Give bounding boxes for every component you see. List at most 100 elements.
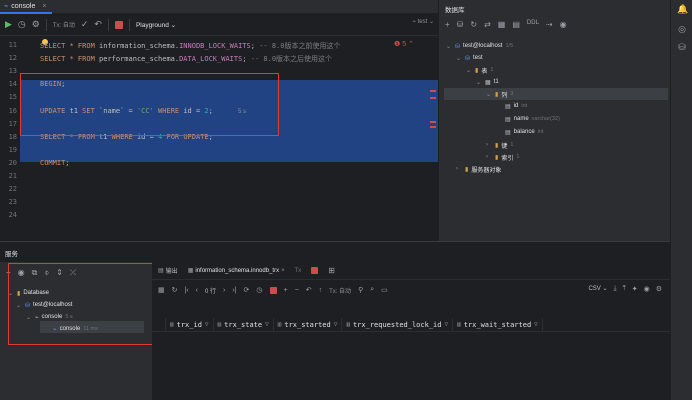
tree-node[interactable]: ⌄ ▦ t1 bbox=[476, 76, 502, 88]
add-icon[interactable]: + bbox=[445, 20, 450, 29]
tab-label: Tx bbox=[294, 267, 302, 274]
rollback-icon[interactable]: ↶ bbox=[94, 20, 102, 29]
column-header[interactable]: ▥ trx_wait_started ▽ bbox=[453, 317, 543, 332]
export-format-dropdown[interactable]: CSV ⌄ bbox=[588, 285, 607, 293]
row-count[interactable]: 0 行 bbox=[205, 286, 216, 295]
tree-node[interactable]: ▤ balance int bbox=[496, 126, 544, 138]
tree-node[interactable]: ⌄ ⛁ test bbox=[456, 52, 486, 64]
commit-icon[interactable]: ✓ bbox=[81, 20, 89, 29]
line-number: 24 bbox=[8, 211, 17, 220]
tab-tx[interactable]: Tx bbox=[295, 268, 302, 274]
history-icon[interactable]: ◷ bbox=[18, 20, 26, 29]
line-number: 14 bbox=[8, 80, 17, 89]
stop-icon[interactable] bbox=[114, 20, 123, 29]
column-header[interactable]: ▥ trx_requested_lock_id ▽ bbox=[342, 317, 454, 332]
stop-icon[interactable] bbox=[269, 286, 277, 294]
tx-mode-dropdown[interactable]: Tx: 自动 bbox=[329, 286, 351, 295]
pin-icon[interactable]: ⊞ bbox=[328, 266, 335, 275]
node-meta: 1 bbox=[516, 154, 520, 160]
node-icon: ▮ bbox=[465, 166, 469, 173]
sql-editor[interactable]: ❶ 5 ⌃ 11 SELECT * FROM information_schema… bbox=[0, 36, 438, 241]
tree-node[interactable]: ⌄ ▮ 表 1 bbox=[466, 64, 493, 76]
ai-icon[interactable]: ✦ bbox=[632, 285, 638, 293]
close-icon[interactable]: × bbox=[42, 3, 46, 10]
search-icon[interactable]: ⌕ bbox=[370, 286, 374, 294]
column-header[interactable]: ▥ trx_state ▽ bbox=[214, 317, 274, 332]
line-number: 17 bbox=[8, 119, 17, 128]
table-icon[interactable]: ▦ bbox=[498, 20, 506, 29]
node-meta: 1 bbox=[510, 142, 514, 148]
remove-row-icon[interactable]: − bbox=[295, 287, 299, 294]
first-page-icon[interactable]: |‹ bbox=[185, 287, 189, 294]
add-row-icon[interactable]: + bbox=[284, 287, 288, 294]
tree-node[interactable]: ▤ id int bbox=[496, 100, 527, 112]
pin-icon[interactable]: ⚲ bbox=[358, 286, 363, 294]
eye-icon[interactable]: ◉ bbox=[644, 285, 650, 293]
tab-console[interactable]: ⌁ console × bbox=[0, 0, 52, 14]
revert-icon[interactable]: ↶ bbox=[306, 286, 312, 294]
console-icon[interactable]: ▤ bbox=[512, 20, 520, 29]
chevron-icon[interactable]: ⌄ bbox=[466, 67, 472, 74]
chevron-icon[interactable]: ⌄ bbox=[476, 79, 482, 86]
error-stripe-mark bbox=[430, 90, 436, 92]
line-number: 13 bbox=[8, 67, 17, 76]
settings-icon[interactable]: ⚙ bbox=[656, 285, 662, 293]
datasource-selector[interactable]: ⌁ test ⌄ bbox=[412, 18, 434, 25]
node-icon: ⛁ bbox=[465, 55, 471, 62]
refresh-icon[interactable]: ↻ bbox=[470, 20, 477, 29]
filter-icon[interactable]: ▽ bbox=[444, 321, 448, 328]
history-icon[interactable]: ◷ bbox=[256, 286, 262, 294]
line-number: 12 bbox=[8, 54, 17, 63]
ai-assistant-icon[interactable]: ◎ bbox=[677, 24, 687, 34]
column-label: trx_id bbox=[176, 320, 202, 329]
filter-icon[interactable]: ▽ bbox=[205, 321, 209, 328]
warning-count[interactable]: ❶ 5 ⌃ bbox=[394, 40, 414, 48]
tx-mode-dropdown[interactable]: Tx: 自动 bbox=[53, 20, 75, 29]
refresh-icon[interactable]: ↻ bbox=[172, 286, 178, 294]
sync-icon[interactable]: ⇄ bbox=[484, 20, 491, 29]
ddl-icon[interactable]: DDL bbox=[527, 20, 539, 29]
column-header[interactable]: ▥ trx_id ▽ bbox=[166, 317, 214, 332]
reload-icon[interactable]: ⟳ bbox=[244, 286, 250, 294]
next-page-icon[interactable]: › bbox=[223, 287, 225, 294]
prev-page-icon[interactable]: ‹ bbox=[196, 287, 198, 294]
chevron-icon[interactable]: ⌄ bbox=[446, 43, 452, 50]
tree-node[interactable]: ▤ name varchar(32) bbox=[496, 113, 560, 125]
settings-icon[interactable]: ⚙ bbox=[32, 20, 40, 29]
chevron-icon[interactable]: › bbox=[456, 166, 462, 172]
close-icon[interactable]: × bbox=[281, 268, 285, 274]
code-line: SELECT * FROM performance_schema.DATA_LO… bbox=[40, 54, 332, 64]
filter-icon[interactable]: ▽ bbox=[265, 321, 269, 328]
chevron-icon[interactable]: › bbox=[486, 142, 492, 148]
playground-dropdown[interactable]: Playground ⌄ bbox=[136, 21, 176, 29]
tab-output[interactable]: ▤ 输出 bbox=[158, 266, 178, 275]
jump-icon[interactable]: ⇢ bbox=[546, 20, 553, 29]
grid-icon[interactable]: ▦ bbox=[158, 286, 165, 294]
submit-icon[interactable]: ↑ bbox=[319, 287, 323, 294]
eye-icon[interactable]: ◉ bbox=[560, 20, 567, 29]
tree-node[interactable]: › ▮ 键 1 bbox=[486, 139, 513, 151]
tree-node[interactable]: › ▮ 服务器对象 bbox=[456, 163, 504, 175]
last-page-icon[interactable]: ›| bbox=[232, 287, 236, 294]
column-header[interactable]: ▥ trx_started ▽ bbox=[274, 317, 343, 332]
tree-node[interactable]: ⌄ ⛁ test@localhost 1/5 bbox=[446, 40, 513, 52]
chevron-icon[interactable]: ⌄ bbox=[486, 91, 492, 98]
chevron-icon[interactable]: › bbox=[486, 154, 492, 160]
notifications-icon[interactable]: 🔔 bbox=[677, 4, 688, 14]
chevron-icon[interactable]: ⌄ bbox=[456, 55, 462, 62]
execute-icon[interactable]: ▶ bbox=[5, 20, 12, 29]
filter-icon[interactable]: ▽ bbox=[534, 321, 538, 328]
upload-icon[interactable]: ⤒ bbox=[623, 285, 626, 293]
filter-icon[interactable]: ▽ bbox=[334, 321, 338, 328]
tab-innodb-trx[interactable]: ▦ information_schema.innodb_trx × bbox=[188, 267, 285, 275]
column-icon: ▥ bbox=[217, 321, 222, 328]
stop-icon[interactable] bbox=[311, 267, 319, 274]
playground-label: Playground bbox=[135, 21, 169, 29]
tree-node[interactable]: › ▮ 索引 1 bbox=[486, 151, 519, 163]
datasource-icon[interactable]: ⛁ bbox=[457, 20, 464, 29]
download-icon[interactable]: ⤓ bbox=[614, 285, 617, 293]
code-token: performance_schema. bbox=[99, 55, 180, 64]
database-icon[interactable]: ⛁ bbox=[677, 42, 687, 52]
tree-node[interactable]: ⌄ ▮ 列 3 bbox=[486, 88, 513, 100]
layout-icon[interactable]: ▭ bbox=[381, 286, 388, 294]
